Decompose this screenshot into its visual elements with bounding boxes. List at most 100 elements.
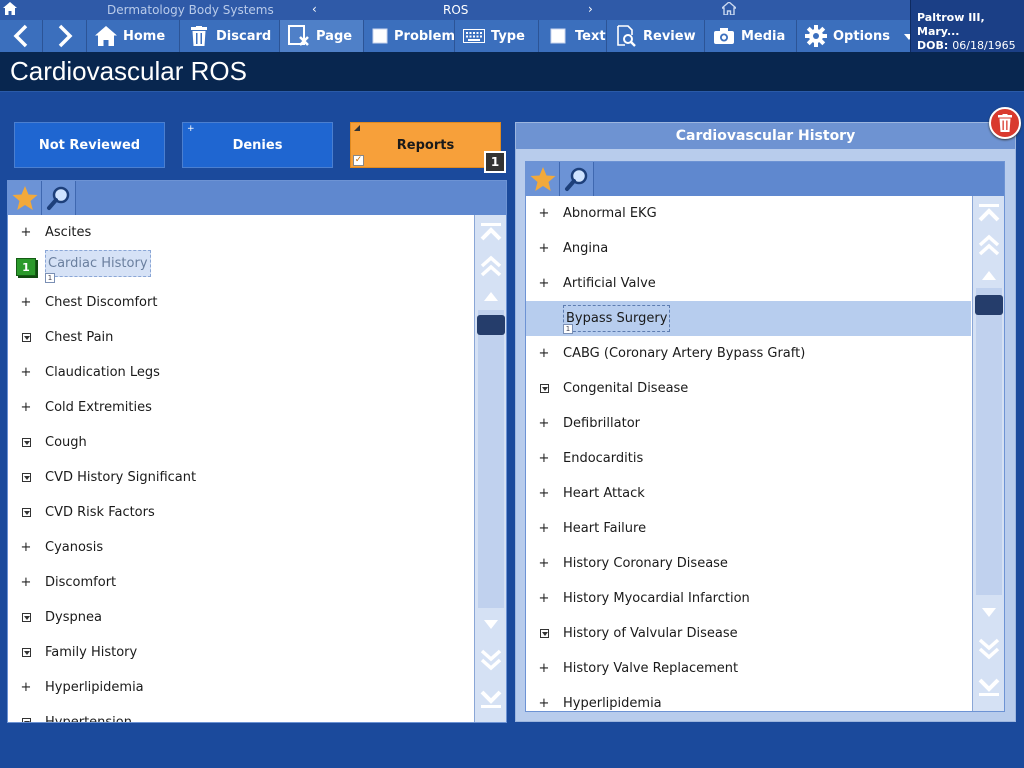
breadcrumb-section[interactable]: Dermatology Body Systems [107,3,274,17]
list-item[interactable]: Congenital Disease [526,371,971,406]
favorites-button[interactable] [526,162,560,196]
list-item[interactable]: + History Coronary Disease [526,546,971,581]
plus-icon[interactable]: + [21,225,32,240]
plus-icon[interactable]: + [21,540,32,555]
scroll-thumb[interactable] [477,315,505,335]
list-item[interactable]: + Hyperlipidemia [526,686,971,711]
plus-icon[interactable]: + [21,575,32,590]
list-item[interactable]: + Ascites [8,215,473,250]
scroll-down-button[interactable] [478,612,504,638]
search-button[interactable] [560,162,594,196]
list-item[interactable]: Cough [8,425,473,460]
list-item[interactable]: + Heart Failure [526,511,971,546]
scroll-page-up-button[interactable] [976,232,1002,258]
list-item[interactable]: + Discomfort [8,565,473,600]
history-scrollbar[interactable] [972,196,1004,711]
list-item[interactable]: History of Valvular Disease [526,616,971,651]
expand-box-icon[interactable] [21,438,31,448]
plus-icon[interactable]: + [539,696,550,711]
review-button[interactable]: Review [607,20,705,52]
plus-icon[interactable]: + [21,295,32,310]
home-icon[interactable] [3,2,17,18]
plus-icon[interactable]: + [21,680,32,695]
home-button[interactable]: Home [87,20,180,52]
denies-button[interactable]: + Denies [182,122,333,168]
media-button[interactable]: Media [705,20,797,52]
discard-button[interactable]: Discard [180,20,280,52]
scroll-track[interactable] [976,288,1002,595]
expand-box-icon[interactable] [539,384,549,394]
list-item[interactable]: + Chest Discomfort [8,285,473,320]
not-reviewed-button[interactable]: Not Reviewed [14,122,165,168]
list-item[interactable]: CVD Risk Factors [8,495,473,530]
plus-icon[interactable]: + [539,416,550,431]
expand-box-icon[interactable] [539,629,549,639]
list-item[interactable]: + Heart Attack [526,476,971,511]
list-item[interactable]: Chest Pain [8,320,473,355]
search-button[interactable] [42,181,76,215]
plus-icon[interactable]: + [539,206,550,221]
plus-icon[interactable]: + [539,276,550,291]
plus-icon[interactable]: + [539,486,550,501]
home-icon[interactable] [720,1,738,18]
reports-button[interactable]: ✓ Reports [350,122,501,168]
list-item[interactable]: Dyspnea [8,600,473,635]
scroll-up-button[interactable] [976,262,1002,288]
type-button[interactable]: Type [455,20,539,52]
expand-box-icon[interactable] [21,718,31,722]
scroll-down-button[interactable] [976,600,1002,626]
scroll-top-button[interactable] [976,201,1002,227]
scroll-page-up-button[interactable] [478,253,504,279]
breadcrumb-next-arrow[interactable]: › [588,2,593,16]
scroll-top-button[interactable] [478,220,504,246]
list-item[interactable]: Bypass Surgery 1 [526,301,971,336]
list-item[interactable]: Family History [8,635,473,670]
expand-box-icon[interactable] [21,613,31,623]
plus-icon[interactable]: + [539,556,550,571]
plus-icon[interactable]: + [539,346,550,361]
scroll-bottom-button[interactable] [976,673,1002,699]
scroll-thumb[interactable] [975,295,1003,315]
plus-icon[interactable]: + [539,451,550,466]
findings-scrollbar[interactable] [474,215,506,722]
list-item[interactable]: + Defibrillator [526,406,971,441]
text-button[interactable]: Text [539,20,607,52]
list-item[interactable]: + Cyanosis [8,530,473,565]
patient-banner[interactable]: Paltrow III, Mary... DOB: 06/18/1965 [910,0,1024,52]
expand-box-icon[interactable] [21,508,31,518]
plus-icon[interactable]: + [539,661,550,676]
scroll-page-down-button[interactable] [478,647,504,673]
scroll-bottom-button[interactable] [478,685,504,711]
list-item[interactable]: + Hyperlipidemia [8,670,473,705]
list-item[interactable]: + Angina [526,231,971,266]
breadcrumb-prev-arrow[interactable]: ‹ [312,2,317,16]
plus-icon[interactable]: + [21,400,32,415]
list-item[interactable]: + Artificial Valve [526,266,971,301]
list-item[interactable]: + Abnormal EKG [526,196,971,231]
plus-icon[interactable]: + [539,521,550,536]
list-item[interactable]: Hypertension [8,705,473,722]
list-item[interactable]: + Endocarditis [526,441,971,476]
list-item[interactable]: + Cold Extremities [8,390,473,425]
scroll-track[interactable] [478,310,504,608]
list-item[interactable]: 1 Cardiac History 1 [8,250,473,285]
scroll-page-down-button[interactable] [976,636,1002,662]
plus-icon[interactable]: + [539,591,550,606]
list-item[interactable]: + History Myocardial Infarction [526,581,971,616]
options-button[interactable]: Options [797,20,914,52]
expand-box-icon[interactable] [21,333,31,343]
expand-box-icon[interactable] [21,648,31,658]
favorites-button[interactable] [8,181,42,215]
problem-button[interactable]: Problem [364,20,455,52]
list-item[interactable]: + CABG (Coronary Artery Bypass Graft) [526,336,971,371]
list-item[interactable]: + Claudication Legs [8,355,473,390]
page-button[interactable]: Page [280,20,364,52]
list-item[interactable]: CVD History Significant [8,460,473,495]
forward-button[interactable] [43,20,87,52]
delete-button[interactable] [989,107,1021,139]
expand-box-icon[interactable] [21,473,31,483]
scroll-up-button[interactable] [478,283,504,309]
plus-icon[interactable]: + [21,365,32,380]
back-button[interactable] [0,20,43,52]
plus-icon[interactable]: + [539,241,550,256]
